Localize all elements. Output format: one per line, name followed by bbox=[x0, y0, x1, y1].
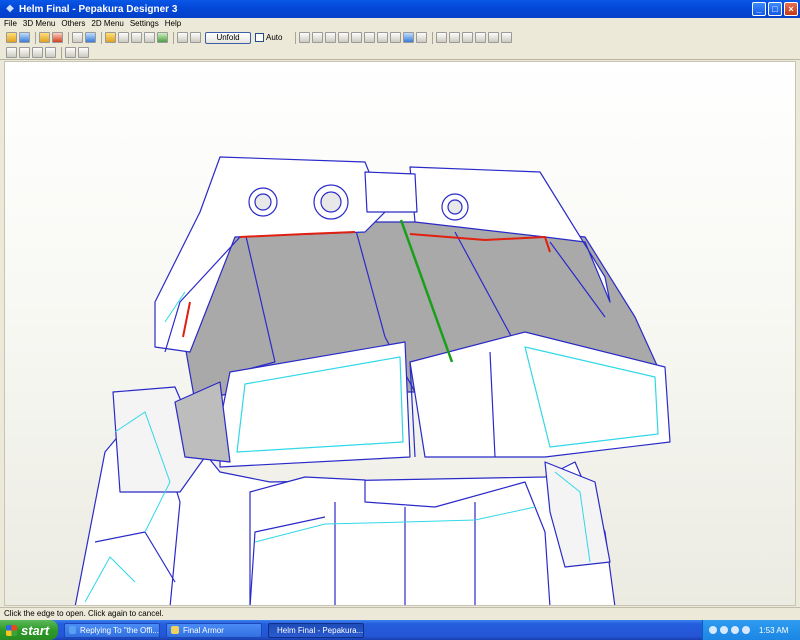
flip-icon[interactable] bbox=[351, 32, 363, 43]
page-layout-icon[interactable] bbox=[488, 32, 500, 43]
minimize-button[interactable]: _ bbox=[752, 2, 766, 16]
menu-others[interactable]: Others bbox=[61, 19, 85, 28]
pepakura-app-icon[interactable]: ◆ bbox=[4, 3, 16, 15]
rotate-left-icon[interactable] bbox=[65, 47, 76, 58]
browser-icon bbox=[69, 626, 76, 634]
anchor-icon[interactable] bbox=[131, 32, 142, 43]
toolbar-separator bbox=[68, 31, 69, 44]
menu-settings[interactable]: Settings bbox=[130, 19, 159, 28]
windows-flag-icon bbox=[6, 624, 17, 636]
shield-tray-icon[interactable] bbox=[720, 626, 728, 634]
secondary-toolbar bbox=[0, 46, 800, 60]
select-pointer-icon[interactable] bbox=[312, 32, 324, 43]
cube-texture-icon[interactable] bbox=[52, 32, 63, 43]
undo-arrow-icon[interactable] bbox=[403, 32, 415, 43]
open-file-icon[interactable] bbox=[6, 32, 17, 43]
single-view-icon[interactable] bbox=[177, 32, 188, 43]
auto-checkbox-group: Auto bbox=[255, 33, 282, 42]
task-folder[interactable]: Final Armor bbox=[166, 622, 262, 638]
zoom-in-icon[interactable] bbox=[19, 47, 30, 58]
menu-file[interactable]: File bbox=[4, 19, 17, 28]
pages-icon[interactable] bbox=[144, 32, 155, 43]
task-browser[interactable]: Replying To "the Offi... bbox=[64, 622, 160, 638]
zoom-out-icon[interactable] bbox=[32, 47, 43, 58]
close-button[interactable]: × bbox=[784, 2, 798, 16]
auto-label: Auto bbox=[266, 33, 283, 42]
network-tray-icon[interactable] bbox=[731, 626, 739, 634]
taskbar: start Replying To "the Offi... Final Arm… bbox=[0, 620, 800, 640]
rotate-right-icon[interactable] bbox=[78, 47, 89, 58]
toolbar-separator bbox=[432, 31, 434, 44]
task-label: Final Armor bbox=[183, 625, 224, 635]
split-edge-icon[interactable] bbox=[390, 32, 402, 43]
menu-3d[interactable]: 3D Menu bbox=[23, 19, 55, 28]
align-right-icon[interactable] bbox=[449, 32, 461, 43]
redo-arrow-icon[interactable] bbox=[416, 32, 428, 43]
print-setup-icon[interactable] bbox=[501, 32, 513, 43]
main-toolbar: Unfold Auto bbox=[0, 29, 800, 46]
zoom-fit-icon[interactable] bbox=[6, 47, 17, 58]
align-bottom-icon[interactable] bbox=[475, 32, 487, 43]
window-title: Helm Final - Pepakura Designer 3 bbox=[19, 3, 178, 15]
3d-viewport[interactable] bbox=[4, 61, 796, 606]
help-tray-icon[interactable] bbox=[709, 626, 717, 634]
toolbar-separator bbox=[35, 31, 36, 44]
volume-tray-icon[interactable] bbox=[742, 626, 750, 634]
title-bar: ◆ Helm Final - Pepakura Designer 3 _ □ × bbox=[0, 0, 800, 18]
status-bar: Click the edge to open. Click again to c… bbox=[0, 607, 800, 619]
task-label: Replying To "the Offi... bbox=[79, 625, 159, 635]
lightbulb-icon[interactable] bbox=[39, 32, 50, 43]
cube-view-icon[interactable] bbox=[72, 32, 83, 43]
menu-help[interactable]: Help bbox=[165, 19, 181, 28]
flag-icon[interactable] bbox=[157, 32, 168, 43]
toolbar-separator bbox=[61, 46, 62, 59]
toolbar-separator bbox=[295, 31, 297, 44]
task-pepakura[interactable]: Helm Final - Pepakura... bbox=[268, 622, 364, 638]
toolbar-separator bbox=[101, 31, 102, 44]
system-tray: 1:53 AM bbox=[702, 620, 800, 640]
align-top-icon[interactable] bbox=[462, 32, 474, 43]
toolbar-separator bbox=[173, 31, 174, 44]
split-view-icon[interactable] bbox=[190, 32, 201, 43]
unfold-button[interactable]: Unfold bbox=[205, 31, 251, 44]
save-icon[interactable] bbox=[19, 32, 30, 43]
align-left-icon[interactable] bbox=[436, 32, 448, 43]
rotate-parts-icon[interactable] bbox=[338, 32, 350, 43]
menu-bar: File 3D Menu Others 2D Menu Settings Hel… bbox=[0, 18, 800, 29]
pencil-icon[interactable] bbox=[105, 32, 116, 43]
maximize-button[interactable]: □ bbox=[768, 2, 782, 16]
move-parts-icon[interactable] bbox=[325, 32, 337, 43]
start-label: start bbox=[21, 622, 50, 638]
join-edge-icon[interactable] bbox=[364, 32, 376, 43]
flap-icon[interactable] bbox=[377, 32, 389, 43]
auto-checkbox[interactable] bbox=[255, 33, 264, 42]
folder-icon bbox=[171, 626, 179, 634]
clock: 1:53 AM bbox=[759, 625, 789, 635]
helmet-model[interactable] bbox=[5, 62, 796, 606]
task-label: Helm Final - Pepakura... bbox=[277, 625, 364, 635]
start-button[interactable]: start bbox=[0, 620, 58, 640]
cube-wireframe-icon[interactable] bbox=[85, 32, 96, 43]
center-view-icon[interactable] bbox=[45, 47, 56, 58]
select-rect-icon[interactable] bbox=[299, 32, 311, 43]
menu-2d[interactable]: 2D Menu bbox=[91, 19, 123, 28]
cylinder-icon[interactable] bbox=[118, 32, 129, 43]
